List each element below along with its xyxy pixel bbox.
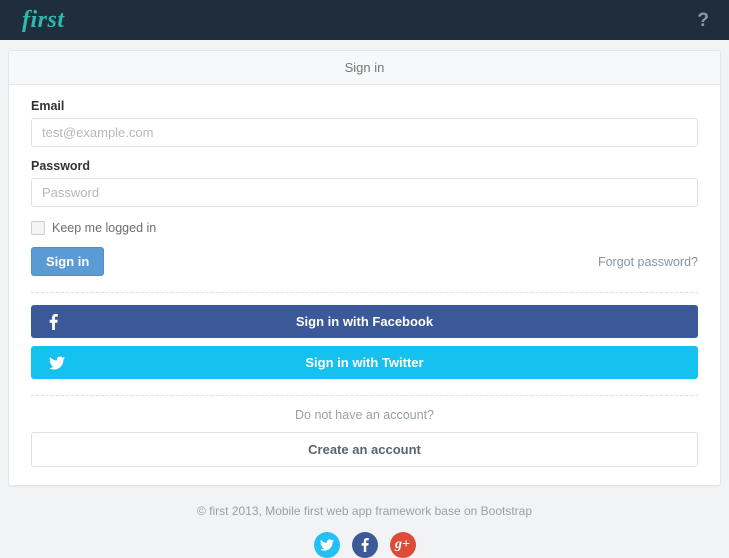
- password-form-group: Password: [31, 159, 698, 207]
- email-input[interactable]: [31, 118, 698, 147]
- signin-button[interactable]: Sign in: [31, 247, 105, 276]
- google-plus-glyph: g+: [395, 537, 410, 552]
- forgot-password-link[interactable]: Forgot password?: [598, 255, 698, 269]
- footer-social-links: g+: [0, 532, 729, 558]
- google-plus-circle-icon[interactable]: g+: [389, 532, 416, 558]
- top-navbar: first ?: [0, 0, 729, 40]
- twitter-icon: [49, 356, 65, 369]
- remember-me-checkbox[interactable]: [31, 221, 45, 235]
- signin-panel: Sign in Email Password Keep me logged in…: [8, 50, 721, 486]
- email-label: Email: [31, 99, 65, 113]
- panel-title: Sign in: [9, 51, 720, 85]
- divider-above-signup: [31, 395, 698, 396]
- help-icon[interactable]: ?: [691, 7, 715, 34]
- twitter-circle-icon[interactable]: [313, 532, 340, 558]
- remember-me-label: Keep me logged in: [52, 221, 157, 235]
- page-footer: © first 2013, Mobile first web app frame…: [0, 486, 729, 558]
- facebook-signin-button[interactable]: Sign in with Facebook: [31, 305, 698, 338]
- divider-above-social: [31, 292, 698, 293]
- facebook-signin-label: Sign in with Facebook: [295, 314, 434, 329]
- panel-body: Email Password Keep me logged in Sign in…: [9, 85, 720, 485]
- remember-me-row[interactable]: Keep me logged in: [31, 221, 698, 235]
- twitter-signin-label: Sign in with Twitter: [305, 355, 424, 370]
- create-account-button[interactable]: Create an account: [31, 432, 698, 467]
- signin-action-row: Sign in Forgot password?: [31, 247, 698, 276]
- password-input[interactable]: [31, 178, 698, 207]
- email-form-group: Email: [31, 99, 698, 147]
- twitter-signin-button[interactable]: Sign in with Twitter: [31, 346, 698, 379]
- footer-copyright: © first 2013, Mobile first web app frame…: [197, 504, 532, 518]
- facebook-circle-icon[interactable]: [351, 532, 378, 558]
- facebook-icon: [49, 313, 58, 330]
- password-label: Password: [31, 159, 91, 173]
- signup-prompt: Do not have an account?: [295, 408, 434, 422]
- brand-logo[interactable]: first: [22, 8, 65, 32]
